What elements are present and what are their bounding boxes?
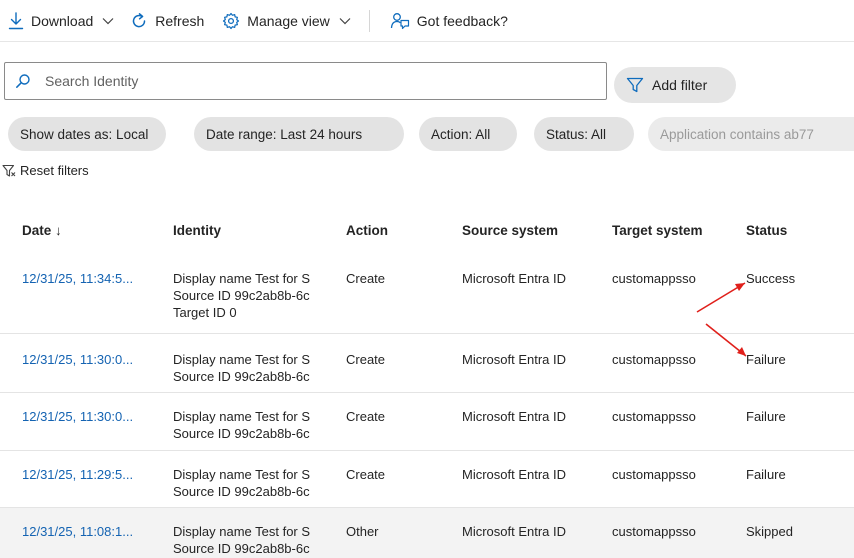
row-action: Create — [346, 352, 386, 367]
row-source-system: Microsoft Entra ID — [462, 524, 567, 539]
download-arrow-icon — [8, 12, 24, 30]
reset-filters-button[interactable]: Reset filters — [2, 163, 89, 178]
row-target-system: customappsso — [612, 467, 696, 482]
identity-display-name: Display name Test for S — [173, 467, 311, 482]
identity-display-name: Display name Test for S — [173, 352, 311, 367]
search-box[interactable] — [4, 62, 607, 100]
row-source-system: Microsoft Entra ID — [462, 409, 567, 424]
feedback-button[interactable]: Got feedback? — [390, 11, 508, 31]
row-identity: Display name Test for S Source ID 99c2ab… — [173, 351, 333, 385]
column-header-action[interactable]: Action — [346, 223, 388, 238]
identity-source-id: Source ID 99c2ab8b-6c — [173, 484, 310, 499]
manage-view-button[interactable]: Manage view — [222, 12, 351, 30]
filter-pill-status[interactable]: Status: All — [534, 117, 634, 151]
row-status: Skipped — [746, 524, 793, 539]
row-source-system: Microsoft Entra ID — [462, 352, 567, 367]
identity-target-id: Target ID 0 — [173, 305, 237, 320]
chevron-down-icon — [339, 18, 351, 25]
identity-source-id: Source ID 99c2ab8b-6c — [173, 426, 310, 441]
column-header-status[interactable]: Status — [746, 223, 787, 238]
search-input[interactable] — [43, 72, 587, 90]
reset-filters-label: Reset filters — [20, 163, 89, 178]
row-target-system: customappsso — [612, 352, 696, 367]
identity-source-id: Source ID 99c2ab8b-6c — [173, 369, 310, 384]
manage-view-label: Manage view — [247, 13, 330, 29]
identity-source-id: Source ID 99c2ab8b-6c — [173, 288, 310, 303]
funnel-reset-icon — [2, 164, 16, 177]
row-date-link[interactable]: 12/31/25, 11:30:0... — [22, 408, 133, 425]
row-target-system: customappsso — [612, 271, 696, 286]
toolbar-divider-line — [0, 41, 854, 42]
row-target-system: customappsso — [612, 524, 696, 539]
row-date-link[interactable]: 12/31/25, 11:34:5... — [22, 270, 133, 287]
command-bar: Download Refresh Manage view Got feedbac… — [0, 0, 854, 42]
download-button[interactable]: Download — [8, 12, 114, 30]
table-row[interactable]: 12/31/25, 11:34:5... Display name Test f… — [0, 258, 854, 334]
filter-pill-application[interactable]: Application contains ab77 — [648, 117, 854, 151]
table-row[interactable]: 12/31/25, 11:29:5... Display name Test f… — [0, 451, 854, 508]
row-action: Create — [346, 467, 386, 482]
filter-pill-action[interactable]: Action: All — [419, 117, 517, 151]
identity-source-id: Source ID 99c2ab8b-6c — [173, 541, 310, 556]
row-status: Failure — [746, 467, 786, 482]
table-header: Date ↓ Identity Action Source system Tar… — [0, 217, 854, 245]
add-filter-button[interactable]: Add filter — [614, 67, 736, 103]
row-date-link[interactable]: 12/31/25, 11:30:0... — [22, 351, 133, 368]
identity-display-name: Display name Test for S — [173, 409, 311, 424]
row-target-system: customappsso — [612, 409, 696, 424]
refresh-button[interactable]: Refresh — [130, 12, 204, 30]
row-status: Failure — [746, 409, 786, 424]
gear-icon — [223, 12, 240, 30]
refresh-label: Refresh — [155, 13, 205, 29]
row-action: Other — [346, 524, 379, 539]
add-filter-label: Add filter — [652, 77, 708, 93]
row-date-link[interactable]: 12/31/25, 11:08:1... — [22, 523, 133, 540]
download-label: Download — [31, 13, 94, 29]
feedback-label: Got feedback? — [416, 13, 508, 29]
row-source-system: Microsoft Entra ID — [462, 467, 567, 482]
row-action: Create — [346, 409, 386, 424]
search-icon — [15, 73, 31, 89]
column-header-target-system[interactable]: Target system — [612, 223, 703, 238]
column-header-date[interactable]: Date ↓ — [22, 223, 62, 238]
funnel-icon — [626, 77, 644, 93]
column-header-identity[interactable]: Identity — [173, 223, 221, 238]
table-row[interactable]: 12/31/25, 11:30:0... Display name Test f… — [0, 334, 854, 393]
refresh-icon — [133, 13, 146, 28]
toolbar-divider — [368, 10, 370, 32]
row-identity: Display name Test for S Source ID 99c2ab… — [173, 523, 333, 557]
filter-pill-date-range[interactable]: Date range: Last 24 hours — [194, 117, 404, 151]
identity-display-name: Display name Test for S — [173, 524, 311, 539]
identity-display-name: Display name Test for S — [173, 271, 311, 286]
column-header-source-system[interactable]: Source system — [462, 223, 558, 238]
table-row[interactable]: 12/31/25, 11:08:1... Display name Test f… — [0, 508, 854, 558]
chevron-down-icon — [102, 18, 114, 25]
table-row[interactable]: 12/31/25, 11:30:0... Display name Test f… — [0, 393, 854, 451]
row-status: Success — [746, 271, 796, 286]
feedback-person-icon — [390, 13, 409, 30]
row-status: Failure — [746, 352, 786, 367]
row-date-link[interactable]: 12/31/25, 11:29:5... — [22, 466, 133, 483]
row-identity: Display name Test for S Source ID 99c2ab… — [173, 270, 333, 321]
row-action: Create — [346, 271, 386, 286]
row-source-system: Microsoft Entra ID — [462, 271, 567, 286]
row-identity: Display name Test for S Source ID 99c2ab… — [173, 408, 333, 442]
filter-pill-date-format[interactable]: Show dates as: Local — [8, 117, 166, 151]
row-identity: Display name Test for S Source ID 99c2ab… — [173, 466, 333, 500]
